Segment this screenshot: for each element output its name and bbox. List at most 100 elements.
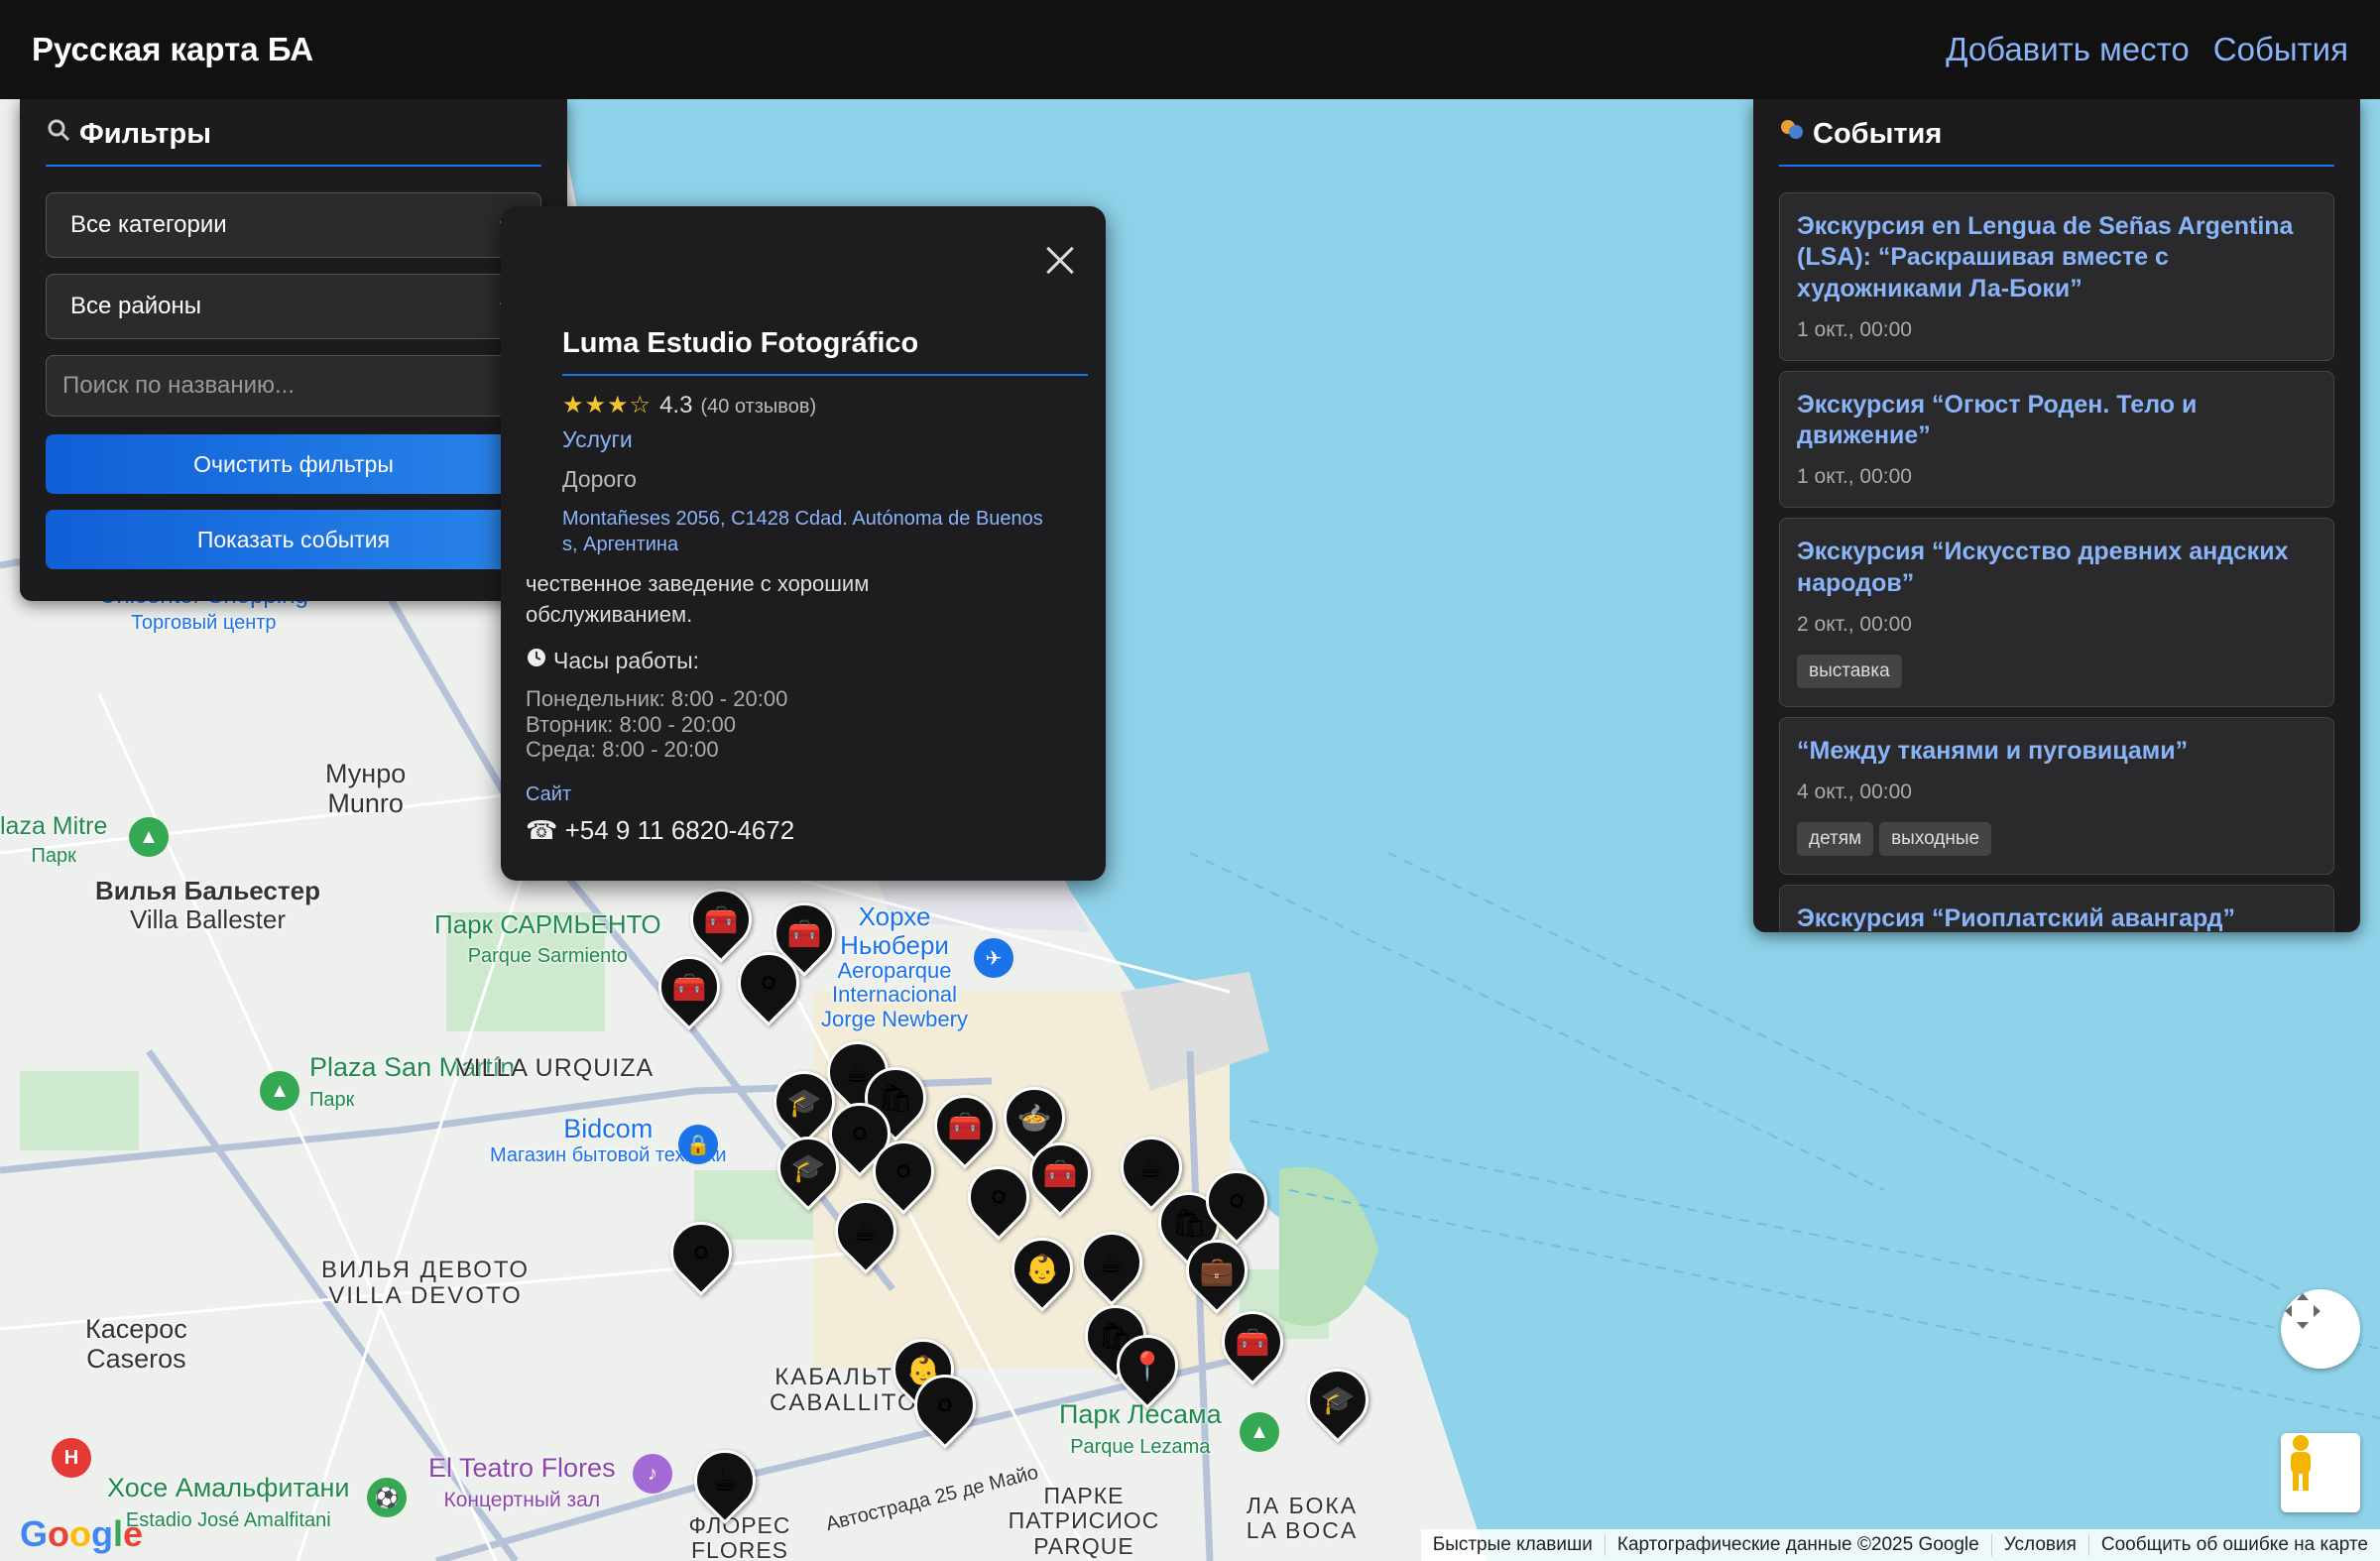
event-date: 1 окт., 00:00 — [1797, 465, 1912, 489]
toolbox-icon: 🧰 — [703, 903, 739, 935]
label-amalfitani[interactable]: Хосе Амальфитани Estadio José Amalfitani — [107, 1473, 350, 1532]
toolbox-icon: 🧰 — [1235, 1326, 1270, 1358]
filters-panel: Фильтры Все категории Все районы Поиск п… — [20, 99, 573, 601]
place-category[interactable]: Услуги — [562, 426, 633, 453]
label-patricios: ПАРКЕ ПАТРИСИОС PARQUE — [1008, 1483, 1160, 1559]
event-title: Экскурсия “Огюст Роден. Тело и движение” — [1797, 390, 2198, 449]
toolbox-icon: 🧰 — [1042, 1157, 1078, 1189]
pegman-icon — [2291, 1435, 2311, 1491]
restaurant-icon: ⚪ — [1225, 1185, 1249, 1217]
event-card[interactable]: “Между тканями и пуговицами” 4 окт., 00:… — [1779, 716, 2334, 875]
event-title: Экскурсия “Риоплатский авангард” — [1797, 904, 2236, 932]
nav-add-place[interactable]: Добавить место — [1946, 31, 2190, 68]
park-icon[interactable]: ▲ — [129, 817, 169, 857]
map-marker[interactable]: 💼 — [1173, 1227, 1260, 1321]
map-marker[interactable]: 🧰 — [646, 943, 733, 1037]
map-marker[interactable]: 🧰 — [1209, 1298, 1296, 1392]
nav-events[interactable]: События — [2213, 31, 2348, 68]
fullscreen-button[interactable] — [2281, 1289, 2360, 1369]
hours-row: Понедельник: 8:00 - 20:00 — [526, 686, 788, 711]
event-card[interactable]: Экскурсия “Огюст Роден. Тело и движение”… — [1779, 370, 2334, 509]
toolbox-icon: 🧰 — [786, 917, 822, 949]
place-rating: ★★★☆ 4.3 (40 отзывов) — [562, 391, 816, 420]
place-address[interactable]: Montañeses 2056, C1428 Cdad. Autónoma de… — [562, 506, 1088, 557]
hours-list: Понедельник: 8:00 - 20:00 Вторник: 8:00 … — [526, 686, 787, 763]
phone-number[interactable]: ☎ +54 9 11 6820-4672 — [526, 815, 794, 846]
event-tag[interactable]: выходные — [1879, 822, 1992, 856]
restaurant-icon: ⚪ — [892, 1155, 915, 1187]
pin-icon: 📍 — [1130, 1350, 1165, 1381]
district-select[interactable]: Все районы — [46, 274, 541, 339]
hours-row: Вторник: 8:00 - 20:00 — [526, 711, 736, 737]
event-card[interactable]: Экскурсия en Lengua de Señas Argentina (… — [1779, 192, 2334, 361]
show-events-button[interactable]: Показать события — [46, 510, 541, 569]
label-aeroparque[interactable]: Хорхе Ньюбери Aeroparque Internacional Jo… — [815, 902, 974, 1031]
map-marker[interactable]: ⚪ — [657, 1209, 745, 1303]
clock-icon — [526, 647, 547, 674]
map-marker[interactable]: 🧰 — [921, 1082, 1009, 1176]
map-data-text: Картографические данные ©2025 Google — [1604, 1534, 1991, 1556]
map-marker[interactable]: ☕ — [1068, 1219, 1155, 1313]
event-title: Экскурсия “Искусство древних андских нар… — [1797, 538, 2289, 597]
terms-link[interactable]: Условия — [1990, 1534, 2088, 1556]
coffee-icon: ☕ — [853, 1215, 879, 1247]
search-icon — [46, 117, 71, 151]
event-tags: детям выходные — [1797, 822, 2317, 856]
event-card[interactable]: Экскурсия “Искусство древних андских нар… — [1779, 518, 2334, 707]
shopping-icon[interactable]: 🔒 — [678, 1125, 718, 1164]
event-date: 4 окт., 00:00 — [1797, 780, 1912, 803]
park-icon[interactable]: ▲ — [1240, 1412, 1279, 1452]
place-description: чественное заведение с хорошим обслуживан… — [526, 571, 870, 627]
park-icon[interactable]: ▲ — [260, 1071, 299, 1111]
map-marker[interactable]: 👶 — [999, 1225, 1086, 1319]
event-title: “Между тканями и пуговицами” — [1797, 736, 2189, 765]
events-panel: События Экскурсия en Lengua de Señas Arg… — [1753, 99, 2360, 932]
label-caseros: Касерос Caseros — [85, 1314, 187, 1374]
event-tags: выставка — [1797, 654, 2317, 688]
report-error-link[interactable]: Сообщить об ошибке на карте — [2087, 1534, 2380, 1556]
stadium-icon[interactable]: ⚽ — [367, 1478, 407, 1517]
coffee-icon: ☕ — [1138, 1151, 1164, 1183]
map-marker[interactable]: ⚪ — [955, 1153, 1042, 1248]
keyboard-shortcuts-link[interactable]: Быстрые клавиши — [1421, 1534, 1605, 1556]
search-input[interactable]: Поиск по названию... — [46, 355, 573, 417]
clear-filters-button[interactable]: Очистить фильтры — [46, 434, 541, 494]
brand-title[interactable]: Русская карта БА — [32, 31, 313, 68]
map-marker[interactable]: ☕ — [822, 1187, 909, 1281]
category-select[interactable]: Все категории — [46, 192, 541, 258]
event-date: 2 окт., 00:00 — [1797, 612, 1912, 636]
graduation-icon: 🎓 — [790, 1151, 826, 1183]
label-munro: Мунро Munro — [325, 759, 407, 818]
coffee-icon: ☕ — [1099, 1247, 1125, 1278]
restaurant-icon: ⚪ — [933, 1389, 957, 1421]
map-marker[interactable]: ☕ — [681, 1437, 769, 1531]
label-teatro-flores[interactable]: El Teatro Flores Концертный зал — [428, 1453, 616, 1512]
filters-title: Фильтры — [46, 117, 541, 167]
map-marker[interactable]: 📍 — [1104, 1322, 1191, 1416]
map-marker[interactable]: 🧰 — [1016, 1130, 1104, 1224]
event-card[interactable]: Экскурсия “Риоплатский авангард” — [1779, 885, 2334, 932]
graduation-icon: 🎓 — [1320, 1383, 1356, 1415]
airport-icon[interactable]: ✈ — [974, 938, 1013, 978]
pegman-button[interactable] — [2281, 1433, 2360, 1512]
label-villa-devoto: ВИЛЬЯ ДЕВОТО VILLA DEVOTO — [321, 1257, 531, 1310]
fullscreen-icon — [2285, 1293, 2320, 1329]
toolbox-icon: 🧰 — [671, 971, 707, 1003]
food-icon: 🍲 — [1016, 1102, 1052, 1134]
event-tag[interactable]: выставка — [1797, 654, 1902, 688]
map-marker[interactable]: ⚪ — [901, 1362, 989, 1456]
rating-value: 4.3 — [659, 392, 693, 419]
hospital-icon[interactable]: H — [52, 1438, 91, 1478]
top-nav: Добавить место События — [1946, 31, 2348, 68]
map-marker[interactable]: 🎓 — [1294, 1356, 1381, 1450]
google-logo[interactable]: Google — [20, 1513, 143, 1555]
label-parque-sarmiento[interactable]: Парк САРМЬЕНТО Parque Sarmiento — [434, 910, 661, 967]
close-icon[interactable] — [1036, 236, 1086, 286]
restaurant-icon: ⚪ — [757, 967, 780, 999]
map-marker[interactable]: 🎓 — [765, 1124, 852, 1218]
map-marker[interactable]: ⚪ — [725, 939, 812, 1033]
website-link[interactable]: Сайт — [526, 783, 571, 806]
event-tag[interactable]: детям — [1797, 822, 1874, 856]
label-plaza-mitre[interactable]: laza Mitre Парк — [0, 812, 107, 868]
music-icon[interactable]: ♪ — [633, 1454, 672, 1494]
